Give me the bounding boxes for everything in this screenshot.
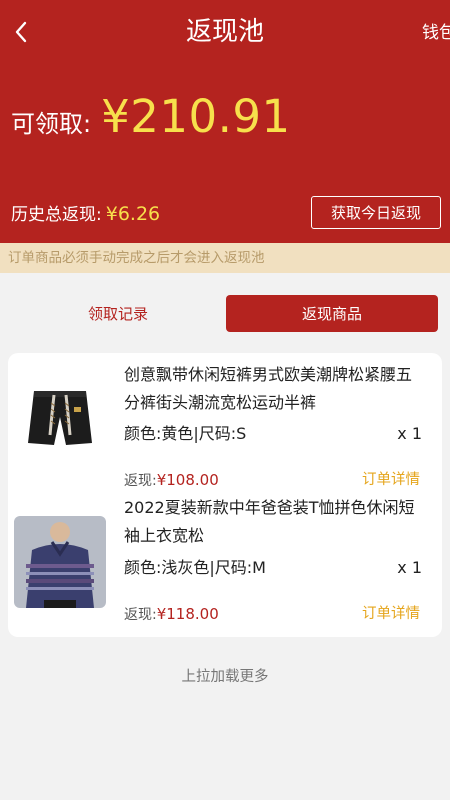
shorts-image: [14, 373, 106, 465]
available-amount: ¥210.91: [101, 90, 291, 143]
rebate-label: 返现:: [124, 473, 157, 489]
available-row: 可领取: ¥210.91: [11, 90, 291, 143]
notice-banner: 订单商品必须手动完成之后才会进入返现池: [0, 243, 450, 273]
polo-shirt-image: [14, 516, 106, 608]
available-label: 可领取:: [11, 110, 92, 138]
product-title[interactable]: 2022夏装新款中年爸爸装T恤拼色休闲短袖上衣宽松: [124, 494, 424, 550]
tab-claim-records[interactable]: 领取记录: [10, 295, 226, 332]
load-more-hint: 上拉加载更多: [181, 669, 269, 685]
tab-rebate-products[interactable]: 返现商品: [226, 295, 438, 332]
rebate-label: 返现:: [124, 607, 157, 623]
tab-bar: 领取记录 返现商品: [0, 273, 450, 341]
history-amount: ¥6.26: [105, 203, 161, 225]
order-detail-link[interactable]: 订单详情: [362, 602, 420, 626]
product-quantity: x 1: [397, 424, 422, 443]
header-panel: 返现池 钱包 可领取: ¥210.91 历史总返现: ¥6.26 获取今日返现: [0, 0, 450, 243]
rebate-value: ¥108.00: [156, 471, 219, 489]
product-list-card: 创意飘带休闲短裤男式欧美潮牌松紧腰五分裤街头潮流宽松运动半裤 颜色:黄色|尺码:…: [8, 353, 442, 637]
product-spec: 颜色:浅灰色|尺码:M: [124, 558, 266, 577]
wallet-link[interactable]: 钱包: [422, 18, 450, 48]
product-image-shorts[interactable]: [14, 373, 106, 465]
order-detail-link[interactable]: 订单详情: [362, 468, 420, 492]
product-quantity: x 1: [397, 558, 422, 577]
page-title: 返现池: [185, 17, 264, 47]
product-rebate: 返现: ¥118.00: [124, 602, 219, 627]
product-title[interactable]: 创意飘带休闲短裤男式欧美潮牌松紧腰五分裤街头潮流宽松运动半裤: [124, 361, 424, 417]
product-spec: 颜色:黄色|尺码:S: [124, 424, 247, 443]
history-row: 历史总返现: ¥6.26: [11, 200, 160, 225]
product-image-polo[interactable]: [14, 516, 106, 608]
product-rebate: 返现: ¥108.00: [124, 468, 219, 493]
get-today-rebate-button[interactable]: 获取今日返现: [311, 196, 441, 229]
rebate-value: ¥118.00: [156, 605, 219, 623]
history-label: 历史总返现:: [11, 205, 102, 225]
